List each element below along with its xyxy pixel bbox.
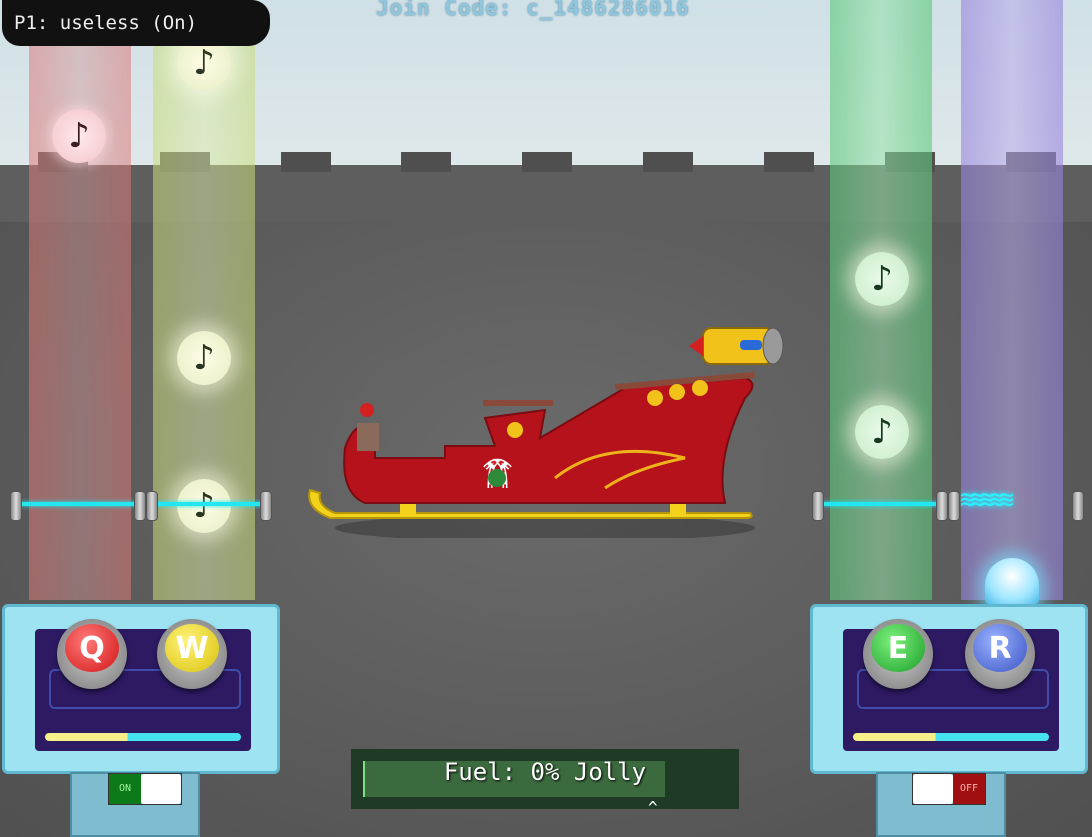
- clamp-icon: [146, 491, 158, 521]
- fuel-meter: Fuel: 0% Jolly: [351, 749, 739, 809]
- console-left: Q W: [2, 604, 280, 774]
- toggle-off-label: OFF: [953, 774, 985, 804]
- music-note-icon: ♪: [52, 109, 106, 163]
- toggle-left[interactable]: ON: [108, 773, 182, 805]
- progress-bar: [45, 733, 241, 741]
- toggle-on-label: ON: [109, 774, 141, 804]
- lane-q: [29, 0, 131, 600]
- clamp-icon: [1072, 491, 1084, 521]
- clamp-icon: [10, 491, 22, 521]
- castle-merlon: [643, 152, 693, 172]
- castle-merlon: [281, 152, 331, 172]
- clamp-icon: [936, 491, 948, 521]
- sleigh-icon: [308, 327, 784, 538]
- castle-merlon: [401, 152, 451, 172]
- lightning-zap-icon: ≋≋≋≋≋: [960, 485, 1014, 515]
- clamp-icon: [812, 491, 824, 521]
- key-w-button[interactable]: W: [157, 619, 227, 689]
- key-e-button[interactable]: E: [863, 619, 933, 689]
- key-q-label: Q: [65, 624, 119, 672]
- player-badge: P1: useless (On): [2, 0, 270, 46]
- toggle-knob: [141, 774, 181, 804]
- key-r-button[interactable]: R: [965, 619, 1035, 689]
- key-e-label: E: [871, 624, 925, 672]
- energy-orb-icon: [985, 558, 1039, 604]
- hit-line-q: [20, 502, 140, 506]
- castle-merlon: [522, 152, 572, 172]
- castle-merlon: [764, 152, 814, 172]
- key-r-label: R: [973, 624, 1027, 672]
- hit-line-w: [145, 502, 265, 506]
- clamp-icon: [260, 491, 272, 521]
- music-note-icon: ♪: [855, 252, 909, 306]
- key-w-label: W: [165, 624, 219, 672]
- music-note-icon: ♪: [855, 405, 909, 459]
- music-note-icon: ♪: [177, 331, 231, 385]
- join-code-text: Join Code: c_1486286016: [376, 0, 690, 20]
- key-q-button[interactable]: Q: [57, 619, 127, 689]
- caret-icon: ^: [648, 798, 658, 817]
- console-right: E R: [810, 604, 1088, 774]
- toggle-knob: [913, 774, 953, 804]
- toggle-right[interactable]: OFF: [912, 773, 986, 805]
- clamp-icon: [948, 491, 960, 521]
- fuel-text: Fuel: 0% Jolly: [443, 758, 647, 786]
- progress-bar: [853, 733, 1049, 741]
- clamp-icon: [134, 491, 146, 521]
- hit-line-e: [822, 502, 942, 506]
- music-note-icon: ♪: [177, 479, 231, 533]
